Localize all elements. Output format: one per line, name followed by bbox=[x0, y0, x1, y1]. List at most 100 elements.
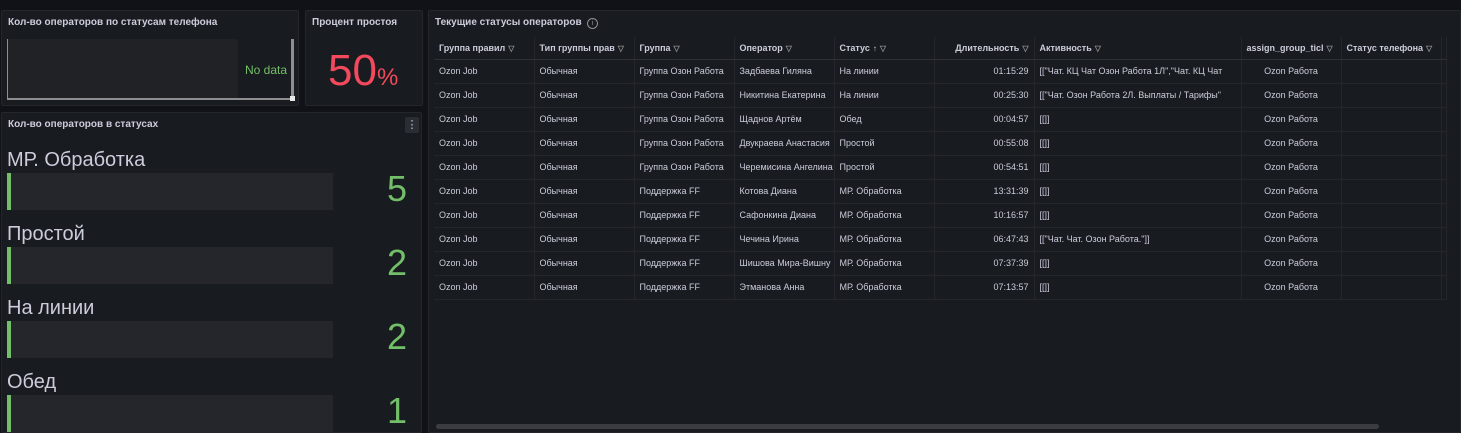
table-cell: МР. Обработка bbox=[834, 275, 935, 300]
column-header[interactable]: Длительность ▽ bbox=[934, 37, 1035, 60]
column-header[interactable] bbox=[1441, 37, 1447, 60]
table-cell bbox=[1441, 275, 1447, 300]
vertical-scrollbar[interactable] bbox=[291, 39, 294, 97]
table-cell: Поддержка FF bbox=[634, 275, 735, 300]
column-header[interactable]: Статус телефона ▽ bbox=[1341, 37, 1442, 60]
table-cell: [[]] bbox=[1034, 131, 1242, 156]
column-header-label: Статус телефона bbox=[1346, 42, 1424, 53]
column-header-label: Тип группы прав bbox=[539, 42, 615, 53]
gauge-value: 2 bbox=[386, 242, 407, 283]
table-cell: Обычная bbox=[534, 83, 635, 108]
table-cell: Задбаева Гиляна bbox=[734, 59, 835, 84]
table-cell: Ozon Job bbox=[434, 155, 535, 180]
table-row[interactable]: Ozon Job Обычная Группа Озон Работа Щаднов … bbox=[434, 107, 1447, 132]
table-cell: МР. Обработка bbox=[834, 251, 935, 276]
table-cell: Ozon Job bbox=[434, 179, 535, 204]
column-header[interactable]: Статус ↑ ▽ bbox=[834, 37, 935, 60]
table-row[interactable]: Ozon Job Обычная Поддержка FF Сафонкина Диа… bbox=[434, 203, 1447, 228]
table-cell bbox=[1341, 203, 1442, 228]
table-cell: Поддержка FF bbox=[634, 227, 735, 252]
table-cell: Простой bbox=[834, 131, 935, 156]
info-icon[interactable]: i bbox=[587, 18, 598, 29]
table-cell: Поддержка FF bbox=[634, 179, 735, 204]
table-cell: Простой bbox=[834, 155, 935, 180]
table-cell bbox=[1441, 83, 1447, 108]
table-cell: Поддержка FF bbox=[634, 251, 735, 276]
table-cell: [[]] bbox=[1034, 203, 1242, 228]
table-cell: Ozon Job bbox=[434, 83, 535, 108]
horizontal-scrollbar[interactable] bbox=[7, 98, 290, 100]
table-row[interactable]: Ozon Job Обычная Поддержка FF Чечина Ирина М… bbox=[434, 227, 1447, 252]
filter-icon[interactable]: ▽ bbox=[1022, 44, 1028, 53]
column-header[interactable]: Группа правил ▽ bbox=[434, 37, 535, 60]
table-cell: Ozon Job bbox=[434, 275, 535, 300]
table-cell bbox=[1441, 179, 1447, 204]
filter-icon[interactable]: ▽ bbox=[880, 44, 886, 53]
table-cell: [[]] bbox=[1034, 107, 1242, 132]
panel-title: Кол-во операторов по статусам телефона bbox=[8, 17, 218, 28]
status-counts-panel: Кол-во операторов в статусах ⋮ МР. Обраб… bbox=[1, 112, 422, 433]
filter-icon[interactable]: ▽ bbox=[508, 44, 514, 53]
gauge-track bbox=[7, 173, 333, 210]
more-vertical-icon[interactable]: ⋮ bbox=[405, 117, 419, 133]
table-row[interactable]: Ozon Job Обычная Поддержка FF Этманова Анна… bbox=[434, 275, 1447, 300]
table-cell: [[]] bbox=[1034, 179, 1242, 204]
table-cell bbox=[1341, 107, 1442, 132]
column-header[interactable]: Тип группы прав ▽ bbox=[534, 37, 635, 60]
gauge-label: МР. Обработка bbox=[7, 149, 146, 171]
table-cell bbox=[1341, 59, 1442, 84]
table-cell: Обед bbox=[834, 107, 935, 132]
table-row[interactable]: Ozon Job Обычная Группа Озон Работа Двукрае… bbox=[434, 131, 1447, 156]
table-cell: [[]] bbox=[1034, 155, 1242, 180]
table-cell: Ozon Работа bbox=[1241, 179, 1342, 204]
table-cell: Ozon Job bbox=[434, 251, 535, 276]
filter-icon[interactable]: ▽ bbox=[674, 44, 680, 53]
table-cell: [["Чат. Озон Работа 2Л. Выплаты / Тарифы… bbox=[1034, 83, 1242, 108]
panel-title: Текущие статусы операторов bbox=[435, 17, 582, 28]
table-cell: 06:47:43 bbox=[934, 227, 1035, 252]
column-header[interactable]: assign_group_ticl ▽ bbox=[1241, 37, 1342, 60]
table-cell: Ozon Работа bbox=[1241, 107, 1342, 132]
table-cell: Обычная bbox=[534, 275, 635, 300]
table-row[interactable]: Ozon Job Обычная Группа Озон Работа Задбаев… bbox=[434, 59, 1447, 84]
table-cell: Ozon Job bbox=[434, 131, 535, 156]
table-cell: 13:31:39 bbox=[934, 179, 1035, 204]
table-cell: 01:15:29 bbox=[934, 59, 1035, 84]
stat-value: 50% bbox=[328, 47, 398, 102]
table-row[interactable]: Ozon Job Обычная Группа Озон Работа Черемис… bbox=[434, 155, 1447, 180]
table-cell bbox=[1441, 203, 1447, 228]
filter-icon[interactable]: ▽ bbox=[1426, 44, 1432, 53]
column-header-label: Группа bbox=[639, 42, 671, 53]
table-cell: Этманова Анна bbox=[734, 275, 835, 300]
table-cell: Группа Озон Работа bbox=[634, 131, 735, 156]
table-cell: МР. Обработка bbox=[834, 227, 935, 252]
column-header-label: Статус bbox=[839, 42, 870, 53]
table-cell: Обычная bbox=[534, 203, 635, 228]
table-cell: Чечина Ирина bbox=[734, 227, 835, 252]
filter-icon[interactable]: ▽ bbox=[1095, 44, 1101, 53]
table-cell: Ozon Job bbox=[434, 59, 535, 84]
table-row[interactable]: Ozon Job Обычная Поддержка FF Котова Диана М… bbox=[434, 179, 1447, 204]
column-header[interactable]: Активность ▽ bbox=[1034, 37, 1242, 60]
table-cell: 00:04:57 bbox=[934, 107, 1035, 132]
horizontal-scrollbar[interactable] bbox=[436, 424, 1379, 429]
table-row[interactable]: Ozon Job Обычная Группа Озон Работа Никитин… bbox=[434, 83, 1447, 108]
column-header-label: Группа правил bbox=[439, 42, 506, 53]
stat-unit: % bbox=[376, 64, 399, 91]
table-cell: 00:55:08 bbox=[934, 131, 1035, 156]
table-cell: Ozon Работа bbox=[1241, 227, 1342, 252]
no-data-label: No data bbox=[245, 63, 288, 77]
table-cell: Щаднов Артём bbox=[734, 107, 835, 132]
table-cell bbox=[1441, 59, 1447, 84]
filter-icon[interactable]: ▽ bbox=[786, 44, 792, 53]
filter-icon[interactable]: ▽ bbox=[1327, 44, 1333, 53]
gauge-fill bbox=[7, 247, 11, 284]
column-header[interactable]: Оператор ▽ bbox=[734, 37, 835, 60]
gauge-track bbox=[7, 321, 333, 358]
filter-icon[interactable]: ▽ bbox=[618, 44, 624, 53]
table-cell: Обычная bbox=[534, 179, 635, 204]
table-cell: Двукраева Анастасия bbox=[734, 131, 835, 156]
column-header[interactable]: Группа ▽ bbox=[634, 37, 735, 60]
table-row[interactable]: Ozon Job Обычная Поддержка FF Шишова Мира-В… bbox=[434, 251, 1447, 276]
sort-ascending-icon[interactable]: ↑ bbox=[873, 44, 877, 53]
